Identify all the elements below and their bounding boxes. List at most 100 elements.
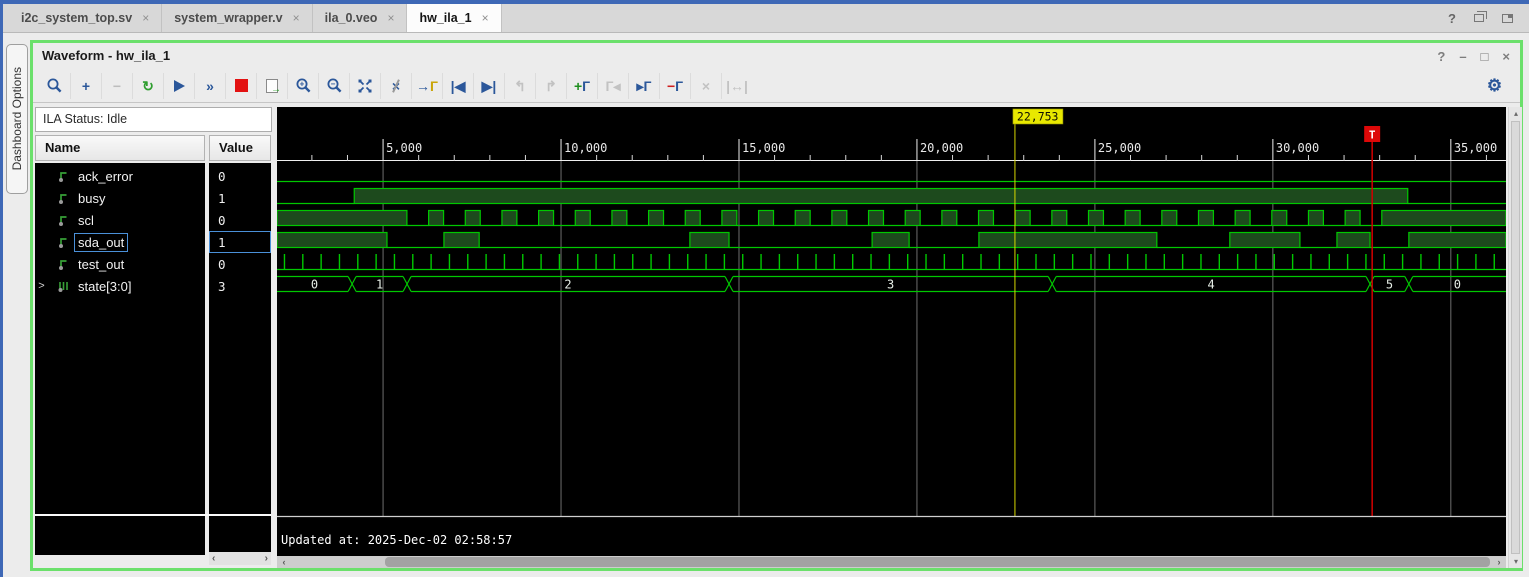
scroll-right-icon[interactable]: › xyxy=(1492,556,1506,568)
svg-text:4: 4 xyxy=(1208,278,1215,292)
value-column-header[interactable]: Value xyxy=(209,135,271,161)
goto-start-icon[interactable]: |◀ xyxy=(442,72,473,99)
float-window-icon[interactable] xyxy=(1474,11,1487,22)
delete-icon[interactable]: × xyxy=(690,72,721,99)
next-view-icon[interactable]: ↱ xyxy=(535,72,566,99)
signal-row-busy[interactable]: busy xyxy=(35,187,205,209)
signal-name-label: scl xyxy=(78,212,94,228)
tab-close-icon[interactable]: × xyxy=(142,11,149,25)
scrollbar-thumb[interactable] xyxy=(1511,121,1520,554)
waveform-window: Waveform - hw_ila_1 ? – □ × +−↻»→+−×→Г|◀… xyxy=(30,40,1523,571)
wave-vertical-scrollbar[interactable]: ▴ ▾ xyxy=(1508,107,1522,568)
bit-signal-icon xyxy=(59,260,67,270)
maximize-icon[interactable]: □ xyxy=(1481,49,1489,64)
signal-name-panel: ack_errorbusy scl sda_out test_out > state[3:… xyxy=(35,163,205,514)
add-icon[interactable]: + xyxy=(70,72,101,99)
svg-text:20,000: 20,000 xyxy=(920,141,963,155)
svg-text:10,000: 10,000 xyxy=(564,141,607,155)
delete-marker-icon[interactable]: − Г xyxy=(659,72,690,99)
svg-text:35,000: 35,000 xyxy=(1454,141,1497,155)
tab-label: hw_ila_1 xyxy=(419,11,472,25)
scroll-up-icon[interactable]: ▴ xyxy=(1509,107,1523,120)
goto-trigger-icon[interactable]: → Г xyxy=(411,72,442,99)
signal-value-state[3:0][interactable]: 3 xyxy=(209,275,271,297)
find-icon[interactable] xyxy=(39,73,70,99)
expand-icon[interactable]: > xyxy=(35,280,48,292)
zoom-in-icon[interactable]: + xyxy=(287,72,318,99)
goto-end-icon[interactable]: ▶| xyxy=(473,72,504,99)
editor-tab-bar: i2c_system_top.sv × system_wrapper.v × ila_0… xyxy=(3,4,1529,33)
signal-name-panel-footer xyxy=(35,516,205,555)
signal-value-busy[interactable]: 1 xyxy=(209,187,271,209)
signal-value-panel-footer xyxy=(209,516,271,552)
scroll-down-icon[interactable]: ▾ xyxy=(1509,555,1523,568)
wave-horizontal-scrollbar[interactable]: ‹ › xyxy=(277,556,1506,568)
swap-markers-icon[interactable]: |↔| xyxy=(721,72,752,99)
scroll-left-icon[interactable]: ‹ xyxy=(277,556,291,568)
signal-value-panel: 010103 xyxy=(209,163,271,514)
editor-tab-system_wrapper.v[interactable]: system_wrapper.v × xyxy=(162,4,313,32)
help-icon[interactable]: ? xyxy=(1437,49,1445,64)
signal-name-label: sda_out xyxy=(74,232,129,252)
signal-value-scl[interactable]: 0 xyxy=(209,209,271,231)
tab-close-icon[interactable]: × xyxy=(293,11,300,25)
dashboard-options-tab[interactable]: Dashboard Options xyxy=(6,44,28,194)
signal-name-label: test_out xyxy=(78,256,125,272)
export-data-icon[interactable]: → xyxy=(256,72,287,99)
svg-text:1: 1 xyxy=(376,278,383,292)
value-column-scrollbar[interactable]: ‹ › xyxy=(209,552,271,565)
svg-text:22,753: 22,753 xyxy=(1017,110,1059,124)
bit-signal-icon xyxy=(59,172,67,182)
svg-text:30,000: 30,000 xyxy=(1276,141,1319,155)
previous-marker-icon[interactable]: Г ◂ xyxy=(597,72,628,99)
svg-text:15,000: 15,000 xyxy=(742,141,785,155)
scrollbar-thumb[interactable] xyxy=(385,557,1490,567)
signal-row-ack_error[interactable]: ack_error xyxy=(35,165,205,187)
svg-text:T: T xyxy=(1369,129,1376,142)
help-icon[interactable]: ? xyxy=(1448,11,1456,26)
bit-signal-icon xyxy=(59,238,67,248)
signal-value-test_out[interactable]: 0 xyxy=(209,253,271,275)
next-marker-icon[interactable]: ▸ Г xyxy=(628,72,659,99)
signal-value-sda_out[interactable]: 1 xyxy=(209,231,271,253)
signal-row-sda_out[interactable]: sda_out xyxy=(35,231,205,253)
signal-name-label: busy xyxy=(78,190,106,206)
run-trigger-immediate-icon[interactable]: » xyxy=(194,72,225,99)
signal-row-test_out[interactable]: test_out xyxy=(35,253,205,275)
tab-close-icon[interactable]: × xyxy=(387,11,394,25)
wave-canvas[interactable]: 5,000 10,000 15,000 20,000 25,000 30,000 35,00… xyxy=(276,107,1507,556)
editor-tab-hw_ila_1[interactable]: hw_ila_1 × xyxy=(407,4,502,32)
bit-signal-icon xyxy=(59,216,67,226)
signal-row-scl[interactable]: scl xyxy=(35,209,205,231)
svg-text:−: − xyxy=(330,80,335,89)
maximize-window-icon[interactable] xyxy=(1502,13,1513,23)
stop-trigger-icon[interactable] xyxy=(225,72,256,99)
tab-bar-window-icons: ? xyxy=(1448,4,1513,32)
zoom-out-icon[interactable]: − xyxy=(318,72,349,99)
editor-tab-strip: i2c_system_top.sv × system_wrapper.v × ila_0… xyxy=(3,4,502,32)
run-trigger-icon[interactable] xyxy=(163,72,194,99)
signal-value-ack_error[interactable]: 0 xyxy=(209,165,271,187)
close-icon[interactable]: × xyxy=(1502,49,1510,64)
scroll-left-icon[interactable]: ‹ xyxy=(212,553,215,564)
add-marker-icon[interactable]: + Г xyxy=(566,72,597,99)
tab-close-icon[interactable]: × xyxy=(482,11,489,25)
editor-tab-i2c_system_top.sv[interactable]: i2c_system_top.sv × xyxy=(9,4,163,32)
previous-view-icon[interactable]: ↰ xyxy=(504,72,535,99)
signal-name-label: state[3:0] xyxy=(78,278,132,294)
name-column-header[interactable]: Name xyxy=(35,135,205,161)
scroll-right-icon[interactable]: › xyxy=(265,553,268,564)
waveform-plot[interactable]: 5,000 10,000 15,000 20,000 25,000 30,000 35,00… xyxy=(276,107,1507,556)
svg-text:3: 3 xyxy=(887,278,894,292)
signal-name-label: ack_error xyxy=(78,168,133,184)
settings-icon[interactable]: ⚙ xyxy=(1479,73,1510,99)
svg-text:25,000: 25,000 xyxy=(1098,141,1141,155)
rerun-trigger-icon[interactable]: ↻ xyxy=(132,72,163,99)
signal-row-state[3:0][interactable]: > state[3:0] xyxy=(35,275,205,297)
remove-icon[interactable]: − xyxy=(101,72,132,99)
editor-tab-ila_0.veo[interactable]: ila_0.veo × xyxy=(313,4,408,32)
trigger-position-icon[interactable]: × xyxy=(380,72,411,99)
svg-text:5,000: 5,000 xyxy=(386,141,422,155)
zoom-fit-icon[interactable] xyxy=(349,72,380,99)
minimize-icon[interactable]: – xyxy=(1459,49,1466,64)
